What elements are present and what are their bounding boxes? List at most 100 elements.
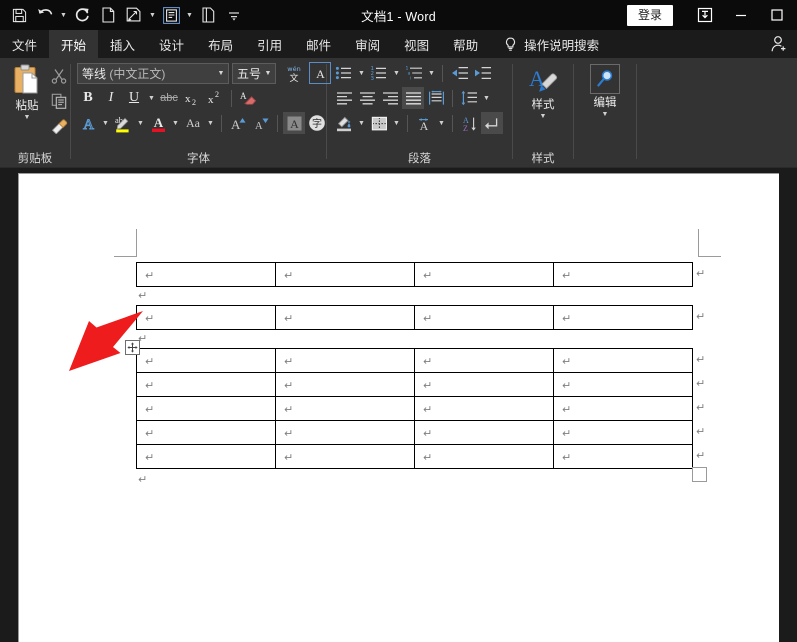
font-size-combobox[interactable]: 五号 ▼ [232,62,276,84]
font-color-button[interactable]: A [147,112,169,134]
increase-indent-button[interactable] [471,62,493,84]
copy-button[interactable] [48,90,70,112]
text-highlight-caret-icon[interactable]: ▼ [135,112,146,134]
borders-caret-icon[interactable]: ▼ [391,112,402,134]
font-size-caret-icon[interactable]: ▼ [261,70,275,77]
minimize-icon[interactable] [723,0,759,30]
bold-button[interactable]: B [77,87,99,109]
table-cell[interactable]: ↵ [553,420,693,445]
show-formatting-marks-button[interactable] [481,112,503,134]
styles-dropdown-caret-icon[interactable]: ▼ [540,113,547,121]
paste-button[interactable]: 粘贴 ▼ [6,62,48,122]
font-color-caret-icon[interactable]: ▼ [170,112,181,134]
multilevel-caret-icon[interactable]: ▼ [426,62,437,84]
table-2[interactable]: ↵ ↵ ↵ ↵ [136,305,693,330]
table-cell[interactable]: ↵ [136,396,276,421]
table-row[interactable]: ↵ ↵ ↵ ↵ [136,372,693,397]
tab-review[interactable]: 审阅 [343,30,392,58]
table-cell[interactable]: ↵ [136,420,276,445]
editing-button[interactable]: 编辑 ▼ [579,62,631,119]
tab-file[interactable]: 文件 [0,30,49,58]
redo-icon[interactable] [69,2,95,28]
line-spacing-button[interactable] [458,87,480,109]
font-name-caret-icon[interactable]: ▼ [214,70,228,77]
ribbon-display-options-icon[interactable] [687,0,723,30]
table-move-handle-icon[interactable] [125,340,140,355]
ribbon-tab-strip[interactable]: 文件 开始 插入 设计 布局 引用 邮件 审阅 视图 帮助 操作说明搜索 [0,30,797,58]
table-cell[interactable]: ↵ [414,262,554,287]
phonetic-guide-button[interactable]: wén 文 [283,62,305,84]
paste-dropdown-caret-icon[interactable]: ▼ [24,114,31,122]
text-effects-caret-icon[interactable]: ▼ [100,112,111,134]
table-cell[interactable]: ↵ [414,396,554,421]
distribute-button[interactable] [425,87,447,109]
shading-caret-icon[interactable]: ▼ [356,112,367,134]
table-cell[interactable]: ↵ [414,444,554,469]
table-cell[interactable]: ↵ [553,396,693,421]
multilevel-list-button[interactable]: 1ai [403,62,425,84]
numbering-button[interactable]: 123 [368,62,390,84]
editing-find-icon[interactable] [590,64,620,94]
change-case-button[interactable]: Aa [182,112,204,134]
save-icon[interactable] [6,2,32,28]
table-row[interactable]: ↵ ↵ ↵ ↵ [136,305,693,330]
styles-button[interactable]: A 样式 ▼ [517,62,569,121]
tab-references[interactable]: 引用 [245,30,294,58]
table-cell[interactable]: ↵ [414,372,554,397]
bullets-caret-icon[interactable]: ▼ [356,62,367,84]
tab-layout[interactable]: 布局 [196,30,245,58]
table-cell[interactable]: ↵ [414,420,554,445]
table-cell[interactable]: ↵ [414,305,554,330]
numbering-caret-icon[interactable]: ▼ [391,62,402,84]
strikethrough-button[interactable]: abc [158,87,180,109]
tab-design[interactable]: 设计 [147,30,196,58]
tab-help[interactable]: 帮助 [441,30,490,58]
undo-dropdown-caret-icon[interactable]: ▼ [58,2,69,28]
asian-layout-caret-icon[interactable]: ▼ [436,112,447,134]
shading-button[interactable] [333,112,355,134]
subscript-button[interactable]: x2 [181,87,203,109]
italic-button[interactable]: I [100,87,122,109]
new-document-icon[interactable] [95,2,121,28]
print-preview-icon[interactable] [158,2,184,28]
table-cell[interactable]: ↵ [553,348,693,373]
underline-button[interactable]: U [123,87,145,109]
underline-caret-icon[interactable]: ▼ [146,87,157,109]
line-spacing-caret-icon[interactable]: ▼ [481,87,492,109]
change-case-caret-icon[interactable]: ▼ [205,112,216,134]
asian-layout-button[interactable]: A [413,112,435,134]
table-cell[interactable]: ↵ [136,262,276,287]
tab-mailings[interactable]: 邮件 [294,30,343,58]
table-cell[interactable]: ↵ [136,372,276,397]
user-account-icon[interactable] [769,34,789,54]
text-highlight-color-button[interactable]: ab [112,112,134,134]
table-cell[interactable]: ↵ [275,262,415,287]
justify-button[interactable] [402,87,424,109]
table-cell[interactable]: ↵ [275,420,415,445]
quick-access-toolbar[interactable]: ▼ ▼ ▼ [0,0,247,30]
table-cell[interactable]: ↵ [275,444,415,469]
quick-print-dropdown-caret-icon[interactable]: ▼ [147,2,158,28]
tab-home[interactable]: 开始 [49,30,99,58]
table-cell[interactable]: ↵ [414,348,554,373]
character-shading-button[interactable]: A [283,112,305,134]
table-cell[interactable]: ↵ [136,348,276,373]
clear-formatting-button[interactable]: A [237,87,259,109]
grow-font-button[interactable]: A [227,112,249,134]
table-row[interactable]: ↵ ↵ ↵ ↵ [136,420,693,445]
undo-icon[interactable] [32,2,58,28]
table-resize-handle-icon[interactable] [692,467,707,482]
bullets-button[interactable] [333,62,355,84]
tab-insert[interactable]: 插入 [98,30,147,58]
align-left-button[interactable] [333,87,355,109]
customize-qat-icon[interactable] [221,2,247,28]
tell-me-search[interactable]: 操作说明搜索 [490,30,599,58]
table-row[interactable]: ↵ ↵ ↵ ↵ [136,348,693,373]
maximize-icon[interactable] [759,0,795,30]
sort-button[interactable]: AZ [458,112,480,134]
font-name-combobox[interactable]: 等线 (中文正文) ▼ [77,62,229,84]
print-preview-dropdown-caret-icon[interactable]: ▼ [184,2,195,28]
document-canvas[interactable]: ↵ ↵ ↵ ↵ ↵ ↵ ↵ ↵ ↵ ↵ ↵ ↵ ↵ ↵ ↵ ↵ ↵ ↵ ↵ ↵ … [0,170,797,642]
quick-print-icon[interactable] [121,2,147,28]
decrease-indent-button[interactable] [448,62,470,84]
